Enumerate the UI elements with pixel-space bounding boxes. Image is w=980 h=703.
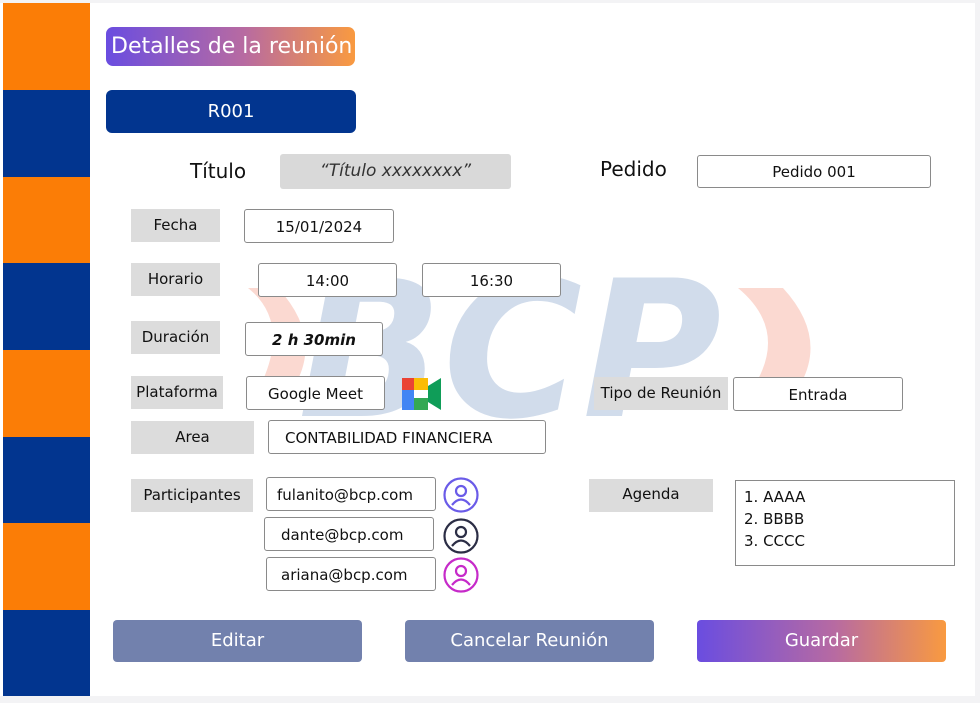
titulo-field[interactable]: “Título xxxxxxxx” bbox=[280, 154, 511, 189]
stripe-blue bbox=[3, 263, 90, 350]
agenda-item: 2. BBBB bbox=[744, 510, 805, 528]
tipo-reunion-field[interactable]: Entrada bbox=[733, 377, 903, 411]
participant-email-field[interactable]: ariana@bcp.com bbox=[266, 557, 436, 591]
plataforma-label: Plataforma bbox=[131, 376, 223, 409]
participant-email-field[interactable]: dante@bcp.com bbox=[264, 517, 434, 551]
horario-label: Horario bbox=[131, 263, 220, 296]
stripe-orange bbox=[3, 177, 90, 264]
cancelar-reunion-button[interactable]: Cancelar Reunión bbox=[405, 620, 654, 662]
horario-end-field[interactable]: 16:30 bbox=[422, 263, 561, 297]
stripe-orange bbox=[3, 350, 90, 437]
stripe-blue bbox=[3, 437, 90, 524]
pedido-field[interactable]: Pedido 001 bbox=[697, 155, 931, 188]
agenda-item: 1. AAAA bbox=[744, 488, 806, 506]
titulo-label: Título bbox=[190, 159, 247, 183]
fecha-field[interactable]: 15/01/2024 bbox=[244, 209, 394, 243]
duracion-label: Duración bbox=[131, 321, 220, 354]
page-title: Detalles de la reunión bbox=[106, 27, 355, 66]
stripe-blue bbox=[3, 90, 90, 177]
editar-button[interactable]: Editar bbox=[113, 620, 362, 662]
participant-email-field[interactable]: fulanito@bcp.com bbox=[266, 477, 436, 511]
agenda-label: Agenda bbox=[589, 479, 713, 512]
pedido-label: Pedido bbox=[600, 157, 667, 181]
area-field[interactable]: CONTABILIDAD FINANCIERA bbox=[268, 420, 546, 454]
fecha-label: Fecha bbox=[131, 209, 220, 242]
tipo-reunion-label: Tipo de Reunión bbox=[594, 377, 728, 410]
agenda-item: 3. CCCC bbox=[744, 532, 805, 550]
meeting-code: R001 bbox=[106, 90, 356, 133]
guardar-button[interactable]: Guardar bbox=[697, 620, 946, 662]
participantes-label: Participantes bbox=[131, 479, 253, 512]
plataforma-field[interactable]: Google Meet bbox=[246, 376, 385, 410]
duracion-field[interactable]: 2 h 30min bbox=[245, 322, 383, 356]
stripe-blue bbox=[3, 610, 90, 696]
stripe-orange bbox=[3, 3, 90, 90]
horario-start-field[interactable]: 14:00 bbox=[258, 263, 397, 297]
user-avatar-icon[interactable] bbox=[443, 557, 479, 593]
user-avatar-icon[interactable] bbox=[443, 518, 479, 554]
google-meet-icon bbox=[402, 378, 441, 410]
user-avatar-icon[interactable] bbox=[443, 477, 479, 513]
stripe-orange bbox=[3, 523, 90, 610]
agenda-box[interactable]: 1. AAAA 2. BBBB 3. CCCC bbox=[735, 480, 955, 566]
area-label: Area bbox=[131, 421, 254, 454]
